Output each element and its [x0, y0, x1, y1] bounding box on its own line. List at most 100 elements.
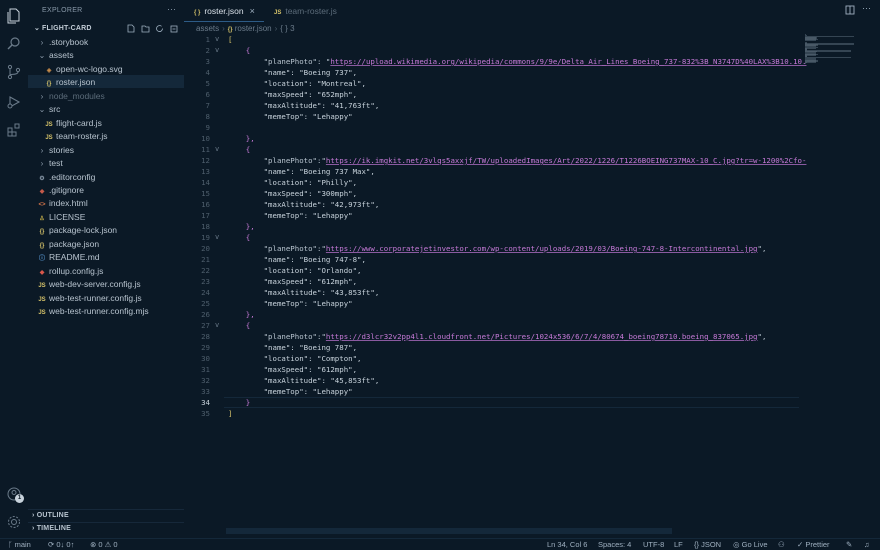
line-number: 11	[201, 145, 210, 154]
new-file-icon[interactable]	[127, 24, 136, 33]
outline-section[interactable]: › OUTLINE	[32, 512, 69, 519]
code-link[interactable]: https://www.corporatejetinvestor.com/wp-…	[326, 244, 758, 253]
fold-chevron-icon[interactable]: v	[215, 320, 219, 331]
chevron-icon: ›	[40, 38, 44, 47]
tree-file[interactable]: {} package.json	[37, 238, 99, 251]
line-number: 7	[205, 101, 210, 110]
code-link[interactable]: https://d3lcr32v2pp4l1.cloudfront.net/Pi…	[326, 332, 758, 341]
tree-item-label: team-roster.js	[56, 131, 108, 142]
problems-status[interactable]: ⊗ 0 ⚠ 0	[90, 539, 118, 550]
line-number: 24	[201, 288, 210, 297]
eol-status[interactable]: LF	[674, 539, 683, 550]
code-link[interactable]: https://ik.imgkit.net/3vlqs5axxjf/TW/upl…	[326, 156, 807, 165]
collapse-all-icon[interactable]	[169, 24, 178, 33]
feedback-icon[interactable]: ✎	[846, 539, 852, 550]
line-number: 4	[205, 68, 210, 77]
tree-folder[interactable]: › node_modules	[37, 90, 105, 103]
encoding-status[interactable]: UTF-8	[643, 539, 664, 550]
code-token: "location": "Compton",	[228, 354, 362, 363]
tab-roster-json[interactable]: { } roster.json ×	[184, 0, 264, 22]
new-folder-icon[interactable]	[141, 24, 150, 33]
chevron-icon: ›	[40, 91, 44, 101]
tree-file[interactable]: ◆ .gitignore	[37, 184, 84, 197]
run-debug-icon[interactable]	[6, 94, 22, 110]
refresh-icon[interactable]	[155, 24, 164, 33]
accounts-badge: 1	[15, 494, 24, 503]
chevron-icon: ⌄	[38, 105, 46, 115]
timeline-section[interactable]: › TIMELINE	[32, 525, 71, 532]
tree-file[interactable]: JS web-dev-server.config.js	[37, 278, 140, 291]
prettier-status[interactable]: ✓ Prettier	[797, 539, 830, 550]
tab-bar: { } roster.json × JS team-roster.js ···	[184, 0, 880, 22]
breadcrumb-symbol[interactable]: { } 3	[280, 24, 294, 33]
sync-status[interactable]: ⟳ 0↓ 0↑	[48, 539, 74, 550]
split-editor-icon[interactable]	[845, 5, 855, 15]
line-number: 3	[205, 57, 210, 66]
tree-file[interactable]: ◆ rollup.config.js	[37, 265, 104, 278]
tree-item-label: package-lock.json	[49, 225, 118, 236]
code-token: "planePhoto": "	[228, 57, 331, 66]
tree-folder[interactable]: › .storybook	[37, 36, 89, 49]
line-number: 13	[201, 167, 210, 176]
code-token: "maxSpeed": "300mph",	[228, 189, 358, 198]
tree-file[interactable]: JS team-roster.js	[44, 130, 108, 143]
go-live-button[interactable]: ◎ Go Live	[733, 539, 768, 550]
tree-folder[interactable]: › stories	[37, 144, 74, 157]
settings-gear-icon[interactable]	[6, 514, 22, 530]
fold-chevron-icon[interactable]: v	[215, 144, 219, 155]
code-link[interactable]: https://upload.wikimedia.org/wikipedia/c…	[330, 57, 806, 66]
tree-file[interactable]: ⓘ README.md	[37, 251, 100, 264]
tree-file[interactable]: {} roster.json	[44, 76, 96, 89]
branch-status[interactable]: ᚴ main	[8, 539, 31, 550]
tree-folder[interactable]: › test	[37, 157, 63, 170]
line-number: 15	[201, 189, 210, 198]
workspace-folder-header[interactable]: ⌄ FLIGHT-CARD	[32, 24, 182, 35]
cursor-position[interactable]: Ln 34, Col 6	[547, 539, 587, 550]
tree-folder[interactable]: ⌄ assets	[37, 49, 74, 62]
tree-file[interactable]: JS web-test-runner.config.mjs	[37, 305, 148, 318]
broadcast-icon: ◎	[733, 540, 740, 549]
minimap[interactable]	[805, 34, 865, 65]
tree-folder[interactable]: ⌄ src	[37, 103, 61, 116]
code-token: },	[228, 310, 255, 319]
tree-file[interactable]: {} package-lock.json	[37, 224, 117, 237]
fold-chevron-icon[interactable]: v	[215, 45, 219, 56]
tree-item-label: .gitignore	[49, 184, 84, 195]
code-token: "maxAltitude": "43,853ft",	[228, 288, 380, 297]
code-token: "memeTop": "Lehappy"	[228, 211, 353, 220]
tab-team-roster-js[interactable]: JS team-roster.js	[264, 0, 354, 22]
tree-file[interactable]: ⚙ .editorconfig	[37, 171, 95, 184]
notifications-bell-icon[interactable]: ♫	[864, 539, 870, 550]
extensions-icon[interactable]	[6, 122, 22, 138]
code-token: [	[228, 35, 233, 44]
breadcrumb-folder[interactable]: assets	[196, 24, 219, 33]
files-icon[interactable]	[6, 8, 22, 24]
tree-file[interactable]: JS web-test-runner.config.js	[37, 292, 141, 305]
more-actions-button[interactable]: ···	[862, 3, 871, 13]
copilot-icon[interactable]: ⚇	[778, 539, 785, 550]
code-token: },	[228, 222, 255, 231]
line-number: 32	[201, 376, 210, 385]
code-token: "name": "Boeing 747-8",	[228, 255, 366, 264]
indentation-status[interactable]: Spaces: 4	[598, 539, 631, 550]
fold-chevron-icon[interactable]: v	[215, 232, 219, 243]
breadcrumb-file[interactable]: roster.json	[235, 24, 272, 33]
tree-file[interactable]: <> index.html	[37, 197, 87, 210]
tree-file[interactable]: JS flight-card.js	[44, 117, 102, 130]
source-control-icon[interactable]	[6, 64, 22, 80]
close-tab-icon[interactable]: ×	[250, 6, 255, 16]
code-token: "planePhoto":"	[228, 332, 326, 341]
fold-chevron-icon[interactable]: v	[215, 34, 219, 45]
tree-file[interactable]: ◈ open-wc-logo.svg	[44, 63, 123, 76]
tree-file[interactable]: ♙ LICENSE	[37, 211, 85, 224]
explorer-sidebar: EXPLORER ··· ⌄ FLIGHT-CARD › .storybook ⌄ as…	[28, 0, 184, 538]
line-number: 9	[205, 123, 210, 132]
explorer-more-button[interactable]: ···	[167, 4, 176, 14]
search-icon[interactable]	[6, 36, 22, 52]
horizontal-scrollbar[interactable]	[226, 528, 672, 534]
code-token: ",	[757, 332, 767, 341]
language-mode[interactable]: {} JSON	[694, 539, 721, 550]
line-number: 10	[201, 134, 210, 143]
code-token: {	[228, 145, 251, 154]
code-token: "maxSpeed": "612mph",	[228, 277, 358, 286]
